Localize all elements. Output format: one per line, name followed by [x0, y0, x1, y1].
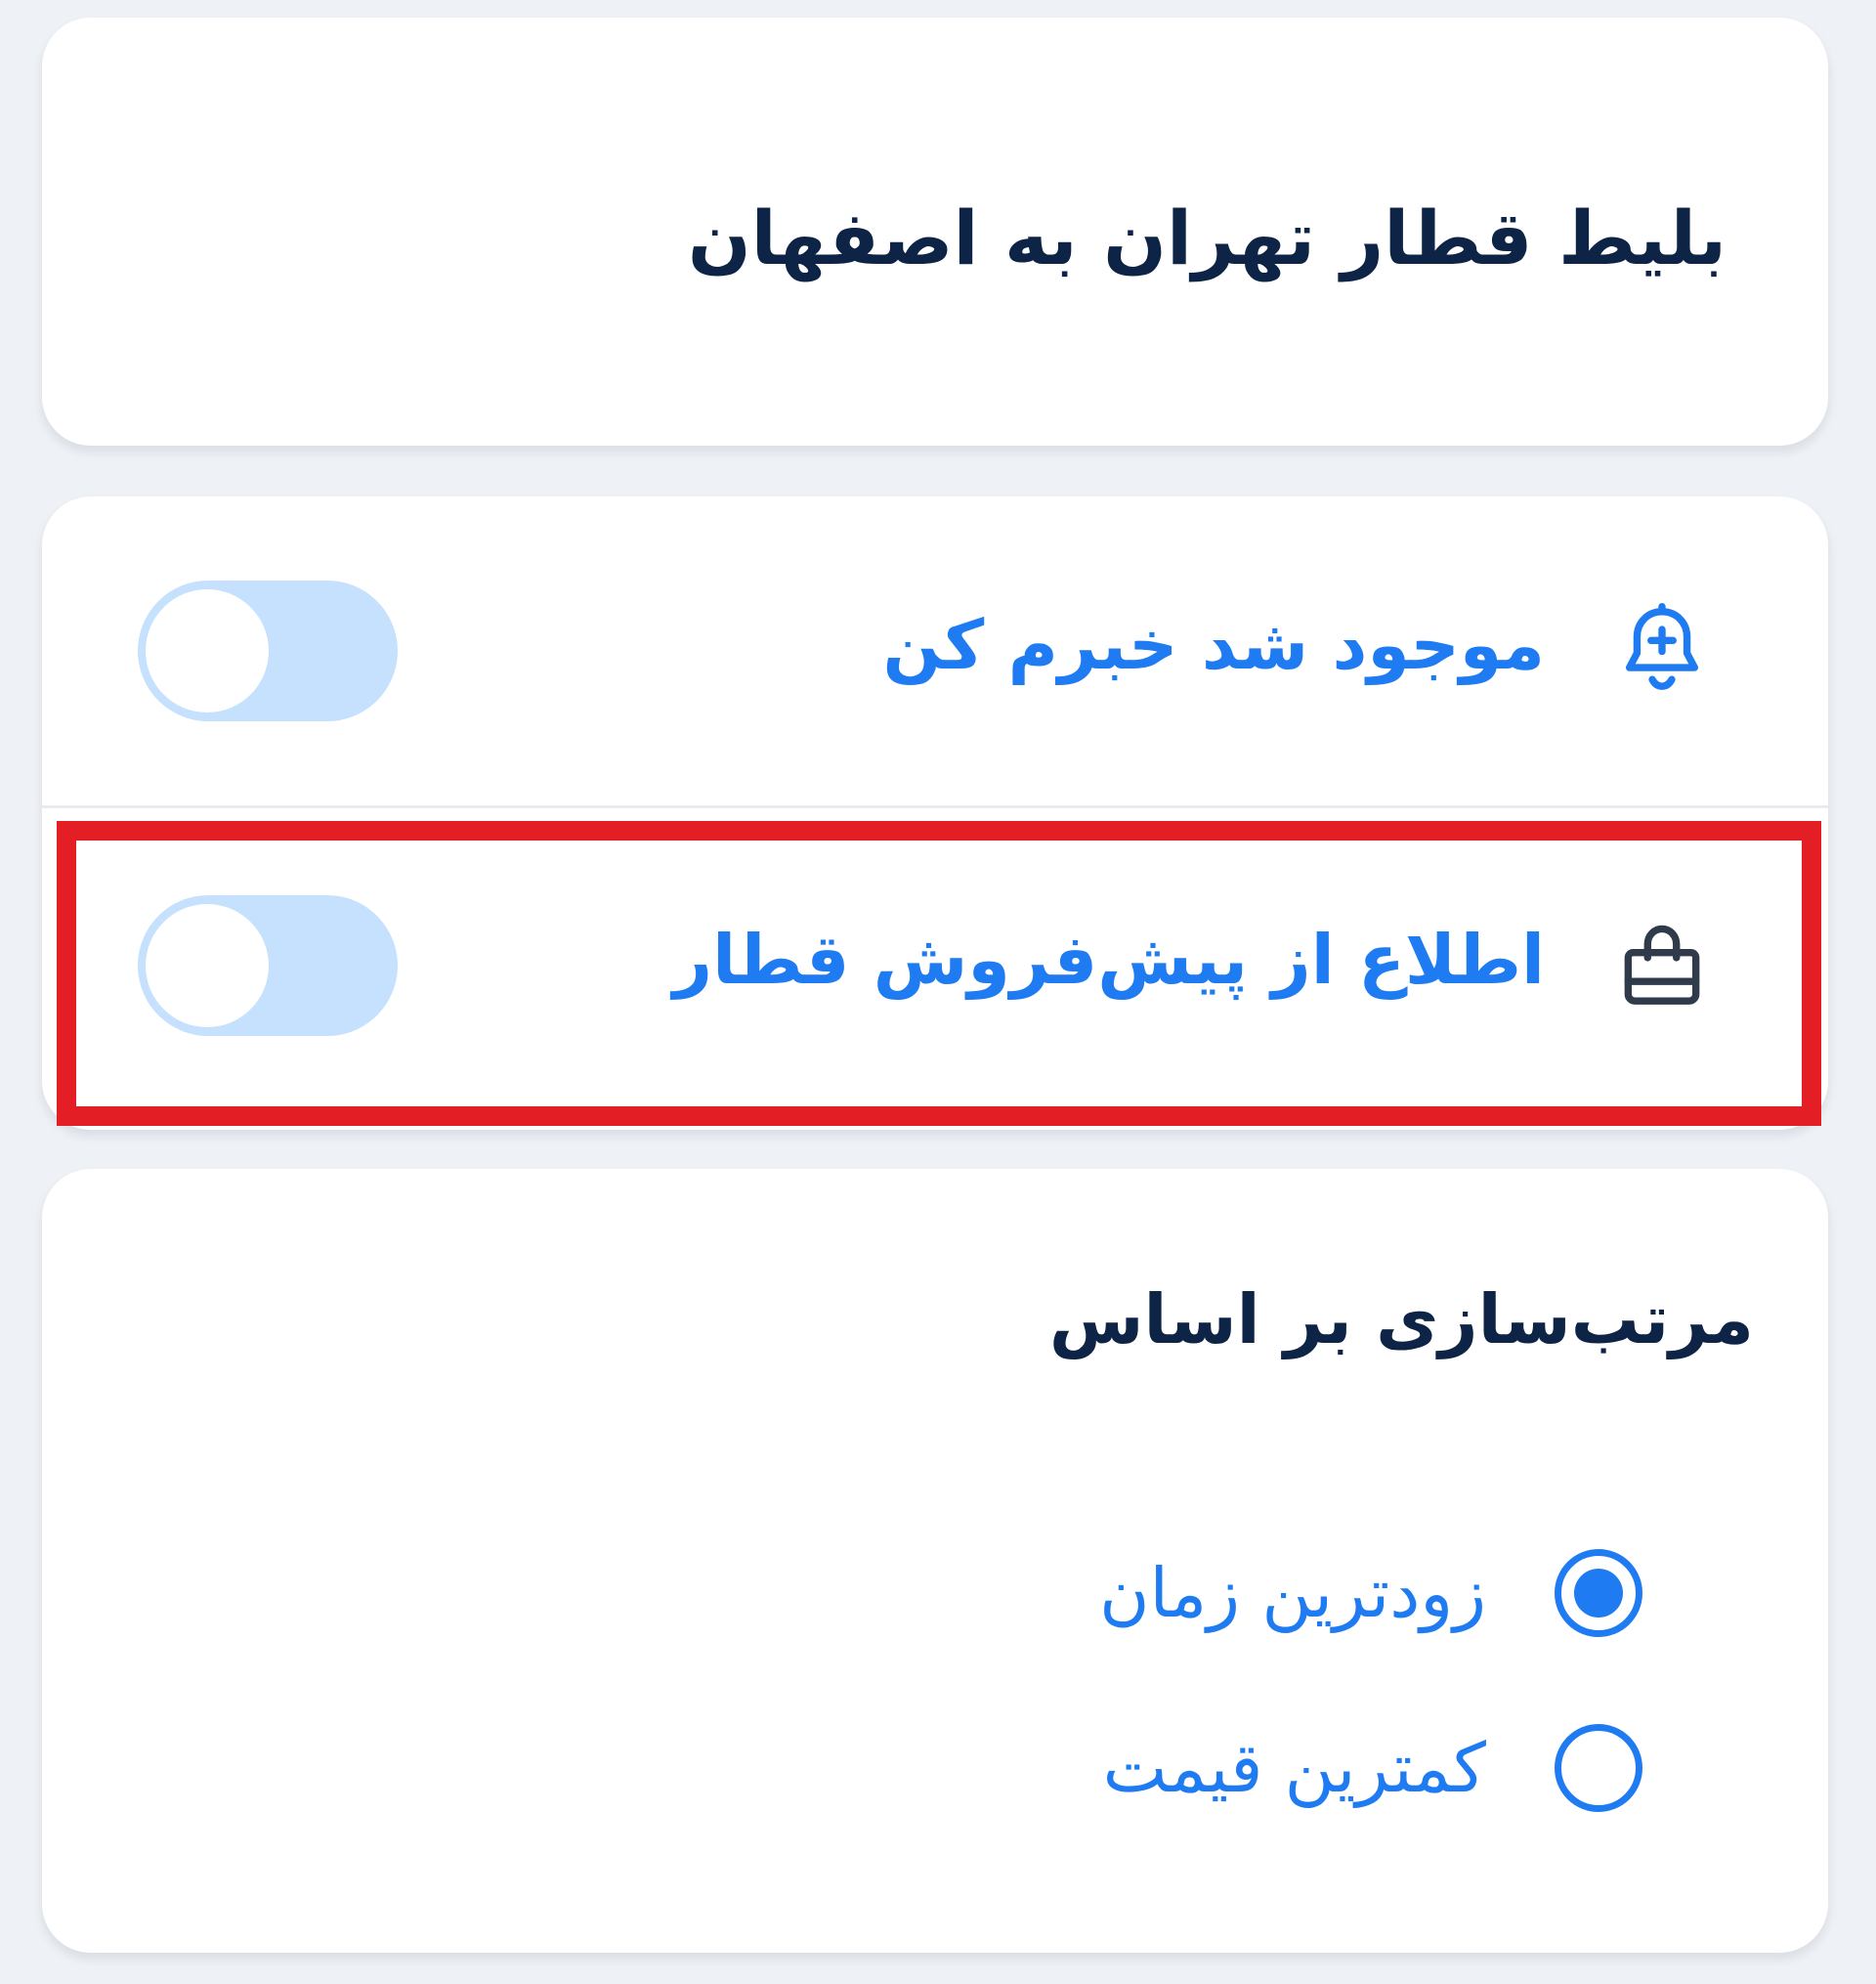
- shopping-bag-icon: [1624, 925, 1700, 1005]
- sort-option-cheapest[interactable]: کمترین قیمت: [1103, 1714, 1642, 1822]
- sort-option-cheapest-label: کمترین قیمت: [1102, 1728, 1486, 1808]
- notify-when-available-toggle[interactable]: [138, 581, 398, 721]
- radio-button-earliest[interactable]: [1555, 1549, 1642, 1637]
- presale-notice-label: اطلاع از پیش‌فروش قطار: [672, 920, 1545, 1000]
- radio-selected-dot: [1574, 1569, 1623, 1617]
- row-divider: [42, 805, 1828, 808]
- presale-notice-row[interactable]: اطلاع از پیش‌فروش قطار: [42, 811, 1828, 1116]
- radio-button-cheapest[interactable]: [1555, 1724, 1642, 1812]
- presale-notice-toggle[interactable]: [138, 895, 398, 1036]
- notify-when-available-label: موجود شد خبرم کن: [882, 605, 1545, 685]
- toggle-knob: [146, 904, 269, 1027]
- sort-card: مرتب‌سازی بر اساس زودترین زمان کمترین قی…: [42, 1169, 1828, 1953]
- page-title: بلیط قطار تهران به اصفهان: [687, 194, 1727, 281]
- sort-heading: مرتب‌سازی بر اساس: [1048, 1279, 1754, 1359]
- sort-option-earliest-label: زودترین زمان: [1099, 1553, 1486, 1633]
- alerts-card: موجود شد خبرم کن اطلاع از پیش‌فروش قطار: [42, 496, 1828, 1130]
- toggle-knob: [146, 589, 269, 712]
- notify-when-available-row[interactable]: موجود شد خبرم کن: [42, 496, 1828, 801]
- bell-plus-icon: [1625, 602, 1699, 690]
- sort-option-earliest[interactable]: زودترین زمان: [1099, 1539, 1642, 1647]
- title-card: بلیط قطار تهران به اصفهان: [42, 18, 1828, 446]
